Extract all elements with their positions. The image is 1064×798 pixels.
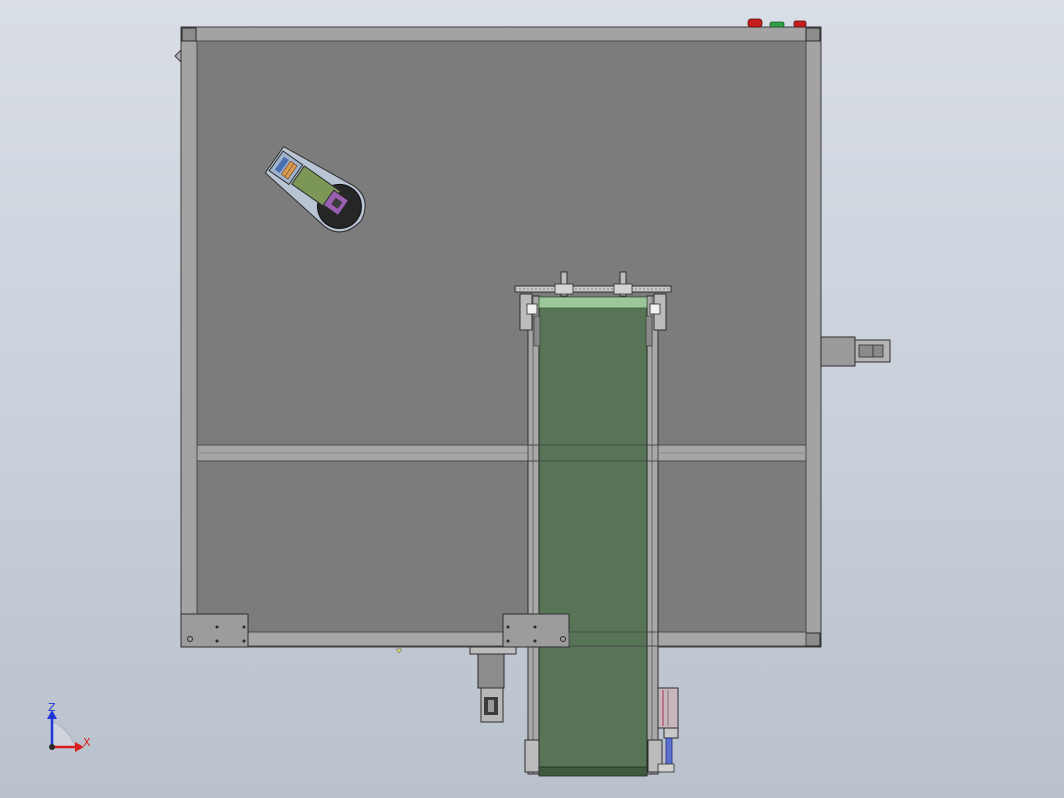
conveyor-belt: [538, 296, 648, 776]
triad-x-label: X: [83, 736, 91, 749]
corner-post-tl: [181, 27, 197, 42]
stop-button[interactable]: [793, 20, 807, 28]
table-top-lower: [196, 460, 807, 633]
workbench-frame: [174, 26, 822, 648]
conveyor-motor: [469, 646, 517, 723]
conveyor-belt-edge-top: [538, 296, 648, 309]
corner-post-tr: [805, 27, 821, 42]
bottom-rail: [196, 631, 807, 647]
conveyor-rail-left: [527, 295, 540, 775]
frame-notch: [174, 48, 182, 64]
table-top-upper: [196, 40, 807, 446]
coordinate-triad: Z X: [47, 701, 91, 752]
mount-plate-left: [180, 613, 249, 648]
cad-viewport[interactable]: Z X: [0, 0, 1064, 798]
side-sensor-mount: [820, 336, 891, 367]
triad-plane: [51, 721, 77, 748]
estop-button[interactable]: [747, 18, 763, 28]
triad-z-label: Z: [48, 701, 56, 714]
conveyor-belt-edge-bottom: [538, 766, 648, 777]
origin-marker: [395, 648, 403, 654]
conveyor: [514, 271, 672, 777]
control-buttons[interactable]: [747, 18, 807, 28]
start-button[interactable]: [769, 21, 785, 28]
corner-post-br: [805, 632, 821, 647]
conveyor-rail-right: [646, 295, 659, 775]
